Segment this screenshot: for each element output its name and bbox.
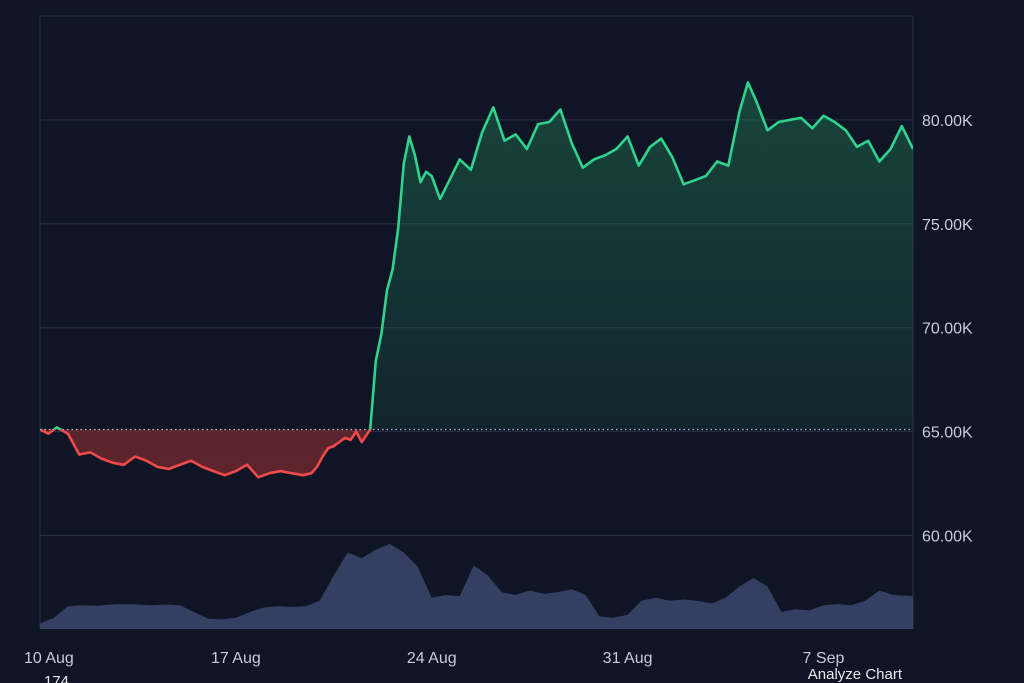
x-tick-label: 24 Aug — [407, 650, 457, 667]
x-tick-label: 17 Aug — [211, 650, 261, 667]
volume-series — [40, 544, 913, 629]
price-chart: 60.00K 65.00K 70.00K 75.00K 80.00K 10 Aug 17 … — [0, 0, 1024, 683]
y-tick-label: 70.00K — [922, 321, 973, 338]
y-axis-labels: 60.00K 65.00K 70.00K 75.00K 80.00K — [922, 113, 973, 546]
x-tick-label: 7 Sep — [803, 650, 845, 667]
y-tick-label: 75.00K — [922, 217, 973, 234]
price-fill-up — [40, 82, 913, 430]
y-tick-label: 60.00K — [922, 528, 973, 545]
volume-area — [40, 544, 913, 629]
y-tick-label: 65.00K — [922, 425, 973, 442]
chart-canvas: 60.00K 65.00K 70.00K 75.00K 80.00K 10 Aug 17 … — [24, 15, 973, 683]
x-tick-label: 10 Aug — [24, 650, 74, 667]
price-fill — [40, 82, 913, 478]
analyze-chart-link[interactable]: Analyze Chart — [808, 666, 903, 683]
x-axis-labels: 10 Aug 17 Aug 24 Aug 31 Aug 7 Sep — [24, 650, 844, 667]
corner-label: 174 — [44, 673, 69, 683]
x-tick-label: 31 Aug — [603, 650, 653, 667]
y-tick-label: 80.00K — [922, 113, 973, 130]
